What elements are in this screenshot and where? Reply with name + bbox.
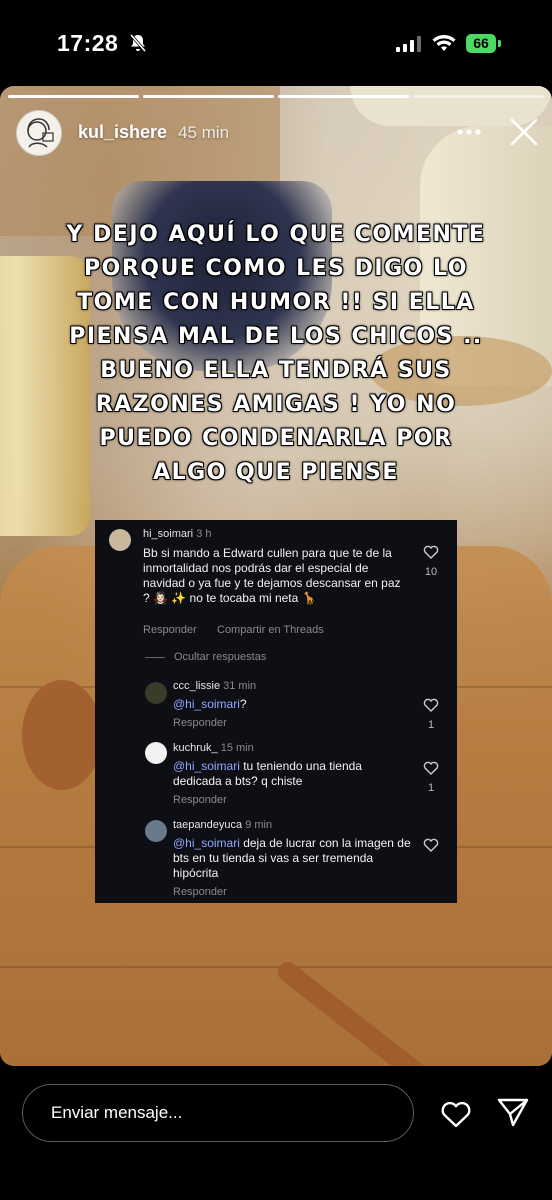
hide-replies-link: Ocultar respuestas: [174, 651, 267, 663]
tray-line: [0, 966, 552, 968]
reply-avatar: [145, 682, 167, 704]
reply-link: Responder: [173, 794, 227, 806]
like-count: 1: [427, 719, 435, 731]
like-heart-icon: [423, 545, 439, 559]
reply-body: ?: [239, 697, 247, 711]
reply-text: @hi_soimari?: [173, 697, 403, 712]
reply-username: ccc_lissie 31 min: [173, 680, 256, 692]
story-caption: Y DEJO AQUÍ LO QUE COMENTE PORQUE COMO L…: [66, 222, 486, 485]
story-reply-bar: Enviar mensaje...: [0, 1066, 552, 1200]
send-paper-plane-icon[interactable]: [496, 1096, 530, 1128]
like-story-heart-icon[interactable]: [440, 1098, 472, 1128]
avatar[interactable]: [16, 110, 62, 156]
share-threads-link: Compartir en Threads: [217, 624, 324, 636]
story-progress-segment: [8, 95, 139, 98]
more-options-icon[interactable]: [456, 128, 482, 136]
wifi-icon: [432, 35, 456, 51]
like-heart-icon: [423, 838, 439, 852]
story-username[interactable]: kul_ishere: [78, 122, 167, 143]
comment-text: Bb si mando a Edward cullen para que te …: [143, 546, 401, 605]
replies-divider: [145, 657, 165, 658]
silent-bell-icon: [129, 34, 147, 52]
reply-text: @hi_soimari tu teniendo una tienda dedic…: [173, 759, 403, 789]
mention: @hi_soimari: [173, 759, 240, 773]
like-count: 1: [427, 782, 435, 794]
battery-indicator: 66: [466, 34, 502, 53]
reply-link: Responder: [173, 717, 227, 729]
reply-username: taepandeyuca 9 min: [173, 819, 272, 831]
close-icon[interactable]: [508, 116, 540, 148]
reply-time: 9 min: [245, 819, 273, 831]
like-count: 10: [424, 566, 438, 578]
message-placeholder: Enviar mensaje...: [51, 1103, 183, 1122]
story-progress-bar: [8, 95, 544, 98]
mention: @hi_soimari: [173, 836, 240, 850]
reply-link: Responder: [143, 624, 197, 636]
like-heart-icon: [423, 761, 439, 775]
story-progress-segment: [143, 95, 274, 98]
message-input[interactable]: Enviar mensaje...: [22, 1084, 414, 1142]
clock: 17:28: [57, 30, 119, 56]
avatar-drawing-icon: [17, 111, 61, 155]
story-time-ago: 45 min: [178, 123, 230, 142]
reply-avatar: [145, 820, 167, 842]
reply-text: @hi_soimari deja de lucrar con la imagen…: [173, 836, 413, 881]
reply-username: kuchruk_ 15 min: [173, 742, 254, 754]
reply-avatar: [145, 742, 167, 764]
background-wooden-spoon: [22, 680, 102, 790]
reply-user: ccc_lissie: [173, 680, 221, 692]
battery-tip: [498, 40, 501, 47]
comment-username: hi_soimari 3 h: [143, 528, 212, 540]
commenter-avatar: [109, 529, 131, 551]
story-progress-segment: [413, 95, 544, 98]
like-heart-icon: [423, 698, 439, 712]
reply-user: taepandeyuca: [173, 819, 243, 831]
mention: @hi_soimari: [173, 697, 240, 711]
reply-time: 31 min: [223, 680, 257, 692]
status-bar: 17:28 66: [0, 0, 552, 86]
story-progress-segment: [278, 95, 409, 98]
comments-screenshot: hi_soimari 3 h Bb si mando a Edward cull…: [95, 520, 457, 903]
comment-user: hi_soimari: [143, 528, 194, 540]
reply-link: Responder: [173, 886, 227, 898]
cellular-signal-icon: [396, 36, 421, 52]
battery-level: 66: [466, 34, 496, 53]
reply-time: 15 min: [220, 742, 254, 754]
comment-time: 3 h: [196, 528, 212, 540]
reply-user: kuchruk_: [173, 742, 218, 754]
